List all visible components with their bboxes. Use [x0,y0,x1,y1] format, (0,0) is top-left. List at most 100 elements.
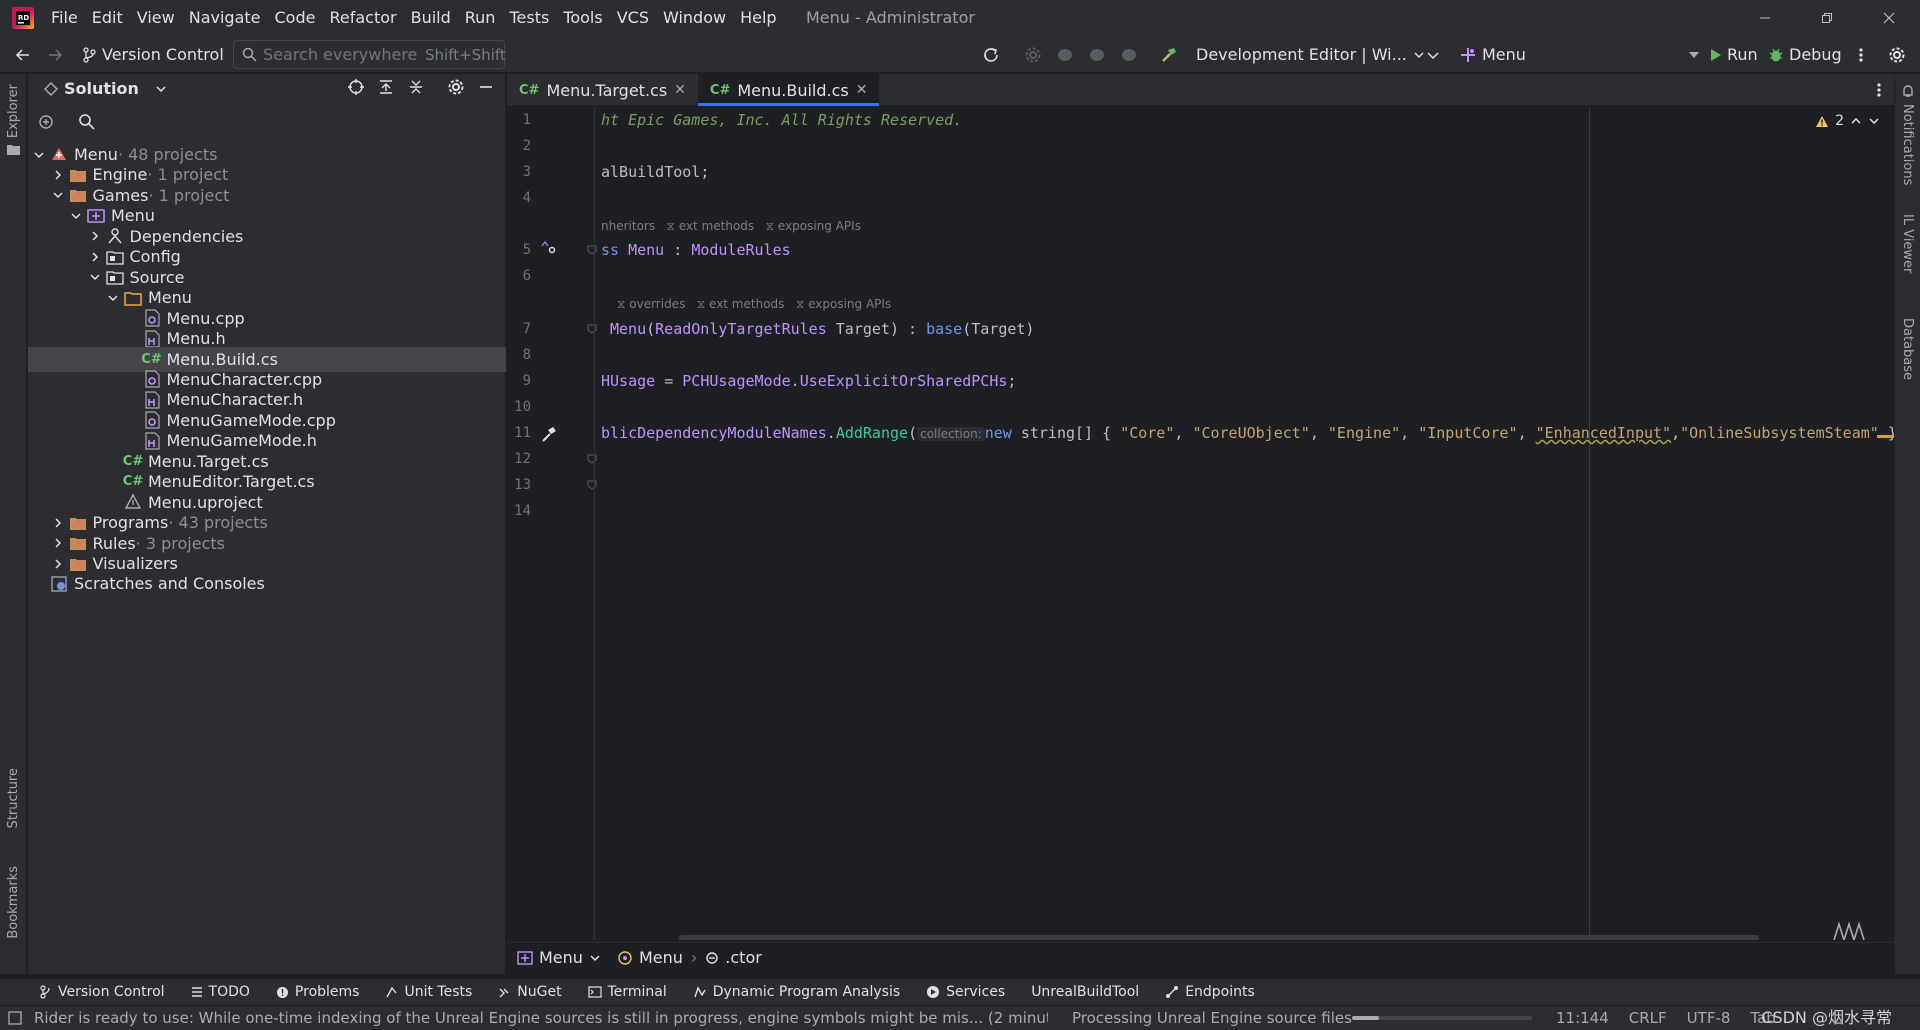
ctor-codevision-hints[interactable]: ⧖ overrides ⧖ ext methods ⧖ exposing API… [617,297,891,312]
brain-1-icon[interactable] [1054,44,1076,66]
chevron-down-icon[interactable] [69,209,83,223]
tool-window-terminal[interactable]: Terminal [587,984,667,1000]
chevron-right-icon[interactable] [51,557,65,571]
tool-window-services[interactable]: Services [926,984,1005,1000]
settings-gear-icon[interactable] [1886,44,1908,66]
addrange-method: AddRange [835,424,909,442]
tool-window-nuget[interactable]: NuGet [498,984,562,1000]
brain-3-icon[interactable] [1118,44,1140,66]
fold-marker-icon[interactable] [587,454,597,464]
editor-tab[interactable]: C# Menu.Target.cs ✕ [507,74,698,106]
chevron-right-icon[interactable] [88,250,102,264]
menu-build[interactable]: Build [404,0,458,36]
chevron-down-icon[interactable] [32,148,46,162]
chevron-down-icon[interactable] [1868,115,1880,127]
tool-window-version-control[interactable]: Version Control [40,984,165,1000]
menu-view[interactable]: View [130,0,182,36]
explorer-tool-button[interactable]: Explorer [6,84,21,138]
minimize-panel-icon[interactable] [477,78,495,96]
menu-navigate[interactable]: Navigate [182,0,268,36]
more-vertical-icon[interactable] [1850,44,1872,66]
status-square-icon[interactable] [8,1011,22,1025]
chevron-down-icon[interactable] [88,270,102,284]
chevron-up-icon[interactable] [1850,115,1862,127]
database-tool-button[interactable]: Database [1900,318,1915,380]
code-editor[interactable]: 1 2 3 4 5 6 7 8 9 10 11 12 13 14 ht Epic Games, Inc. … [507,107,1894,940]
explorer-title[interactable]: Solution [44,74,167,104]
chevron-right-icon[interactable] [51,536,65,550]
expand-all-icon[interactable] [377,78,395,96]
minimize-button[interactable] [1734,0,1796,36]
ai-assistant-icon[interactable] [1832,920,1866,940]
brain-2-icon[interactable] [1086,44,1108,66]
chevron-right-icon[interactable] [88,229,102,243]
inspection-widget[interactable]: 2 [1815,113,1880,129]
warning-stripe-mark[interactable] [1877,435,1894,438]
filter-icon[interactable] [38,113,58,131]
build-hammer-icon[interactable] [1158,44,1180,66]
gear-icon[interactable] [447,78,465,96]
menu-file[interactable]: File [44,0,85,36]
tool-window-unrealbuildtool[interactable]: UnrealBuildTool [1031,984,1139,1000]
chevron-down-icon[interactable] [1422,44,1444,66]
chevron-down-icon[interactable] [106,291,120,305]
file-encoding[interactable]: UTF-8 [1687,1006,1731,1030]
fold-marker-icon[interactable] [587,245,597,255]
more-vertical-icon[interactable] [1876,82,1910,98]
status-message[interactable]: Rider is ready to use: While one-time in… [34,1006,1048,1030]
menu-tools[interactable]: Tools [556,0,609,36]
breadcrumb-method[interactable]: .ctor [705,948,762,967]
search-everywhere-box[interactable]: Shift+Shift [233,40,506,69]
close-window-button[interactable] [1858,0,1920,36]
menu-tests[interactable]: Tests [502,0,556,36]
menu-run[interactable]: Run [458,0,503,36]
run-configuration-dropdown[interactable]: Menu [1454,40,1706,69]
breadcrumb-class[interactable]: Menu [617,948,683,967]
class-codevision-hints[interactable]: nheritors ⧖ ext methods ⧖ exposing APIs [601,219,861,234]
breadcrumb-project[interactable]: Menu [517,948,601,967]
tool-window-todo[interactable]: TODO [191,984,250,1000]
explorer-title-label: Solution [64,79,139,98]
collapse-all-icon[interactable] [407,78,425,96]
tool-window-dynamic-program-analysis[interactable]: Dynamic Program Analysis [693,984,900,1000]
menu-help[interactable]: Help [733,0,783,36]
il-viewer-tool-button[interactable]: IL Viewer [1900,214,1915,273]
notifications-tool-button[interactable]: Notifications [1900,104,1915,185]
refresh-icon[interactable] [980,44,1002,66]
chevron-down-icon[interactable] [51,188,65,202]
tool-window-problems[interactable]: Problems [276,984,359,1000]
editor-tab[interactable]: C# Menu.Build.cs ✕ [697,74,880,106]
version-control-widget[interactable]: Version Control [82,40,224,69]
menu-edit[interactable]: Edit [85,0,130,36]
horizontal-scrollbar[interactable] [679,935,1759,940]
menu-refactor[interactable]: Refactor [322,0,403,36]
menu-window[interactable]: Window [656,0,733,36]
locate-target-icon[interactable] [347,78,365,96]
solution-configuration-dropdown[interactable]: Development Editor | Wi... [1196,40,1425,69]
tree-node[interactable]: Scratches and Consoles [28,571,506,596]
menu-vcs[interactable]: VCS [610,0,656,36]
search-icon[interactable] [78,113,95,130]
line-separator[interactable]: CRLF [1629,1006,1667,1030]
debug-button[interactable]: Debug [1768,40,1842,69]
menu-code[interactable]: Code [268,0,323,36]
close-tab-icon[interactable]: ✕ [856,82,868,98]
chevron-right-icon[interactable] [51,168,65,182]
tool-window-unit-tests[interactable]: Unit Tests [385,984,472,1000]
gear-disabled-icon[interactable] [1022,44,1044,66]
bookmarks-tool-button[interactable]: Bookmarks [6,866,21,939]
tool-window-endpoints[interactable]: Endpoints [1165,984,1255,1000]
caret-position[interactable]: 11:144 [1556,1006,1609,1030]
fold-marker-icon[interactable] [587,324,597,334]
background-task-progress[interactable] [1352,1016,1532,1020]
close-tab-icon[interactable]: ✕ [674,82,686,98]
structure-tool-button[interactable]: Structure [6,768,21,828]
forward-arrow-icon[interactable] [44,44,66,66]
search-input[interactable] [263,45,419,64]
chevron-right-icon[interactable] [51,516,65,530]
back-arrow-icon[interactable] [12,44,34,66]
background-task-label[interactable]: Processing Unreal Engine source files [1072,1006,1352,1030]
run-button[interactable]: Run [1710,40,1758,69]
fold-marker-icon[interactable] [587,480,597,490]
restore-button[interactable] [1796,0,1858,36]
